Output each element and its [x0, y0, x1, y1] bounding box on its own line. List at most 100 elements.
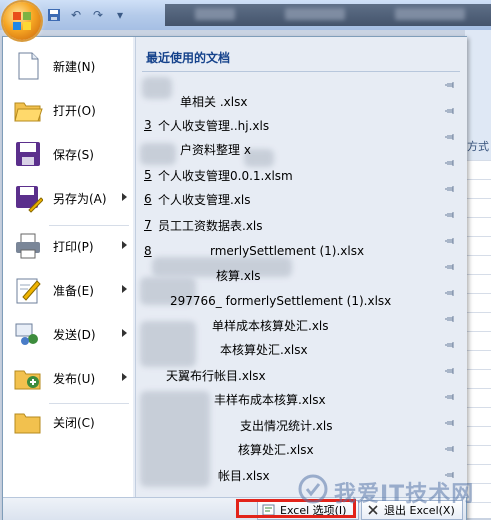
recent-document[interactable]: 核算.xls	[144, 263, 444, 287]
menu-item-label: 另存为(A)	[53, 191, 107, 206]
menu-item-save[interactable]: 保存(S)	[7, 135, 131, 173]
pin-icon[interactable]	[445, 315, 457, 323]
menu-item-label: 发布(U)	[53, 371, 96, 386]
office-button[interactable]	[3, 2, 41, 40]
pin-icon[interactable]	[445, 159, 457, 167]
menu-item-open[interactable]: 打开(O)	[7, 91, 131, 129]
submenu-arrow-icon	[122, 193, 127, 201]
recent-document[interactable]: 支出情况统计.xls	[144, 413, 444, 437]
menu-item-label: 打开(O)	[53, 103, 96, 118]
office-menu: 新建(N) 打开(O) 保存(S) 另存为(A) 打印(P) 准备(E) 发送(…	[2, 36, 467, 520]
redo-icon[interactable]: ↷	[90, 7, 106, 23]
window-title-area	[165, 4, 491, 26]
obscured-title-text	[285, 8, 345, 20]
document-name: 核算处汇.xlsx	[238, 442, 314, 457]
pin-icon[interactable]	[445, 185, 457, 193]
recent-document[interactable]: 5 个人收支管理0.0.1.xlsm	[144, 163, 444, 187]
obscured-title-text	[195, 8, 235, 20]
document-name: 单相关 .xlsx	[180, 94, 248, 109]
document-name: 丰样布成本核算.xlsx	[214, 392, 326, 407]
pin-icon[interactable]	[445, 341, 457, 349]
pin-icon[interactable]	[445, 445, 457, 453]
menu-item-publish[interactable]: 发布(U)	[7, 359, 131, 397]
heading-divider	[142, 71, 460, 72]
document-name: rmerlySettlement (1).xlsx	[210, 244, 365, 258]
pin-icon[interactable]	[445, 133, 457, 141]
pin-icon[interactable]	[445, 107, 457, 115]
ribbon-background: 方式	[465, 30, 491, 160]
submenu-arrow-icon	[122, 373, 127, 381]
document-name: 核算.xls	[216, 268, 261, 283]
menu-item-label: 保存(S)	[53, 147, 94, 162]
menu-separator	[49, 225, 129, 226]
menu-item-print[interactable]: 打印(P)	[7, 227, 131, 265]
ribbon-group-label: 方式	[467, 140, 489, 153]
office-logo-icon	[13, 12, 31, 30]
send-icon	[13, 319, 43, 349]
document-name: 天翼布行帐目.xlsx	[166, 368, 266, 383]
menu-commands-pane: 新建(N) 打开(O) 保存(S) 另存为(A) 打印(P) 准备(E) 发送(…	[3, 37, 133, 497]
recent-documents-heading: 最近使用的文档	[146, 51, 231, 65]
recent-document[interactable]: 6 个人收支管理.xls	[144, 187, 444, 211]
document-name: 户资料整理 x	[180, 142, 251, 157]
pin-icon[interactable]	[445, 263, 457, 271]
menu-item-prepare[interactable]: 准备(E)	[7, 271, 131, 309]
document-name: 帐目.xlsx	[218, 468, 270, 483]
recent-document[interactable]: 天翼布行帐目.xlsx	[144, 363, 444, 387]
document-name: 个人收支管理0.0.1.xlsm	[158, 168, 293, 183]
worksheet-grid	[465, 160, 491, 518]
save-icon	[13, 139, 43, 169]
pin-icon[interactable]	[445, 367, 457, 375]
document-name: 员工工资数据表.xls	[158, 218, 263, 233]
recent-document[interactable]: 本核算处汇.xlsx	[144, 337, 444, 361]
pin-icon[interactable]	[445, 211, 457, 219]
document-name: 本核算处汇.xlsx	[220, 342, 308, 357]
new-document-icon	[13, 51, 43, 81]
document-name: 297766_ formerlySettlement (1).xlsx	[170, 294, 392, 308]
recent-documents-pane: 最近使用的文档 单相关 .xlsx 3 个人收支管理..hj.xls 户资料整理…	[135, 37, 467, 497]
quick-access-toolbar: ↶ ↷ ▾	[46, 5, 128, 25]
menu-item-label: 新建(N)	[53, 59, 96, 74]
open-folder-icon	[13, 95, 43, 125]
pin-icon[interactable]	[445, 289, 457, 297]
submenu-arrow-icon	[122, 241, 127, 249]
recent-document[interactable]: 核算处汇.xlsx	[144, 437, 444, 461]
menu-item-label: 打印(P)	[53, 239, 94, 254]
document-name: 个人收支管理..hj.xls	[158, 118, 270, 133]
recent-document[interactable]: 7 员工工资数据表.xls	[144, 213, 444, 237]
menu-item-new[interactable]: 新建(N)	[7, 47, 131, 85]
menu-item-close[interactable]: 关闭(C)	[7, 403, 131, 441]
menu-item-label: 发送(D)	[53, 327, 96, 342]
submenu-arrow-icon	[122, 329, 127, 337]
document-name: 支出情况统计.xls	[240, 418, 333, 433]
save-icon[interactable]	[46, 7, 62, 23]
menu-item-save-as[interactable]: 另存为(A)	[7, 179, 131, 217]
pin-icon[interactable]	[445, 419, 457, 427]
pin-icon[interactable]	[445, 81, 457, 89]
submenu-arrow-icon	[122, 285, 127, 293]
title-bar: ↶ ↷ ▾	[0, 0, 491, 30]
recent-document[interactable]: 丰样布成本核算.xlsx	[144, 387, 444, 411]
pin-icon[interactable]	[445, 237, 457, 245]
recent-document[interactable]: 单样成本核算处汇.xls	[144, 313, 444, 337]
customize-toolbar-icon[interactable]: ▾	[112, 7, 128, 23]
recent-document[interactable]: 8 rmerlySettlement (1).xlsx	[144, 239, 444, 263]
obscured-title-text	[395, 8, 465, 20]
menu-item-label: 关闭(C)	[53, 415, 95, 430]
print-icon	[13, 231, 43, 261]
undo-icon[interactable]: ↶	[68, 7, 84, 23]
document-name: 单样成本核算处汇.xls	[212, 318, 329, 333]
recent-document[interactable]: 户资料整理 x	[144, 137, 444, 161]
recent-document[interactable]: 单相关 .xlsx	[144, 89, 444, 113]
close-folder-icon	[13, 407, 43, 437]
watermark-logo-icon	[298, 474, 328, 504]
recent-document[interactable]: 297766_ formerlySettlement (1).xlsx	[144, 289, 444, 313]
menu-item-send[interactable]: 发送(D)	[7, 315, 131, 353]
save-as-icon	[13, 183, 44, 213]
watermark: 我爱IT技术网	[298, 470, 488, 510]
watermark-text: 我爱IT技术网	[334, 482, 475, 507]
document-name: 个人收支管理.xls	[158, 192, 251, 207]
recent-document[interactable]: 3 个人收支管理..hj.xls	[144, 113, 444, 137]
menu-item-label: 准备(E)	[53, 283, 94, 298]
pin-icon[interactable]	[445, 393, 457, 401]
